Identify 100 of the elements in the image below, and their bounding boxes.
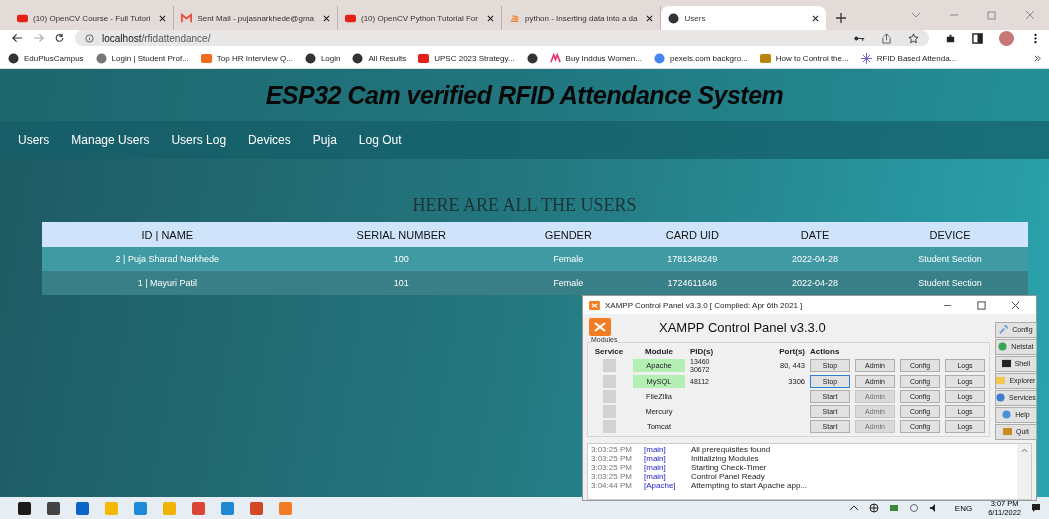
panel-title: XAMPP Control Panel v3.3.0	[659, 319, 826, 335]
table-cell: Female	[510, 271, 627, 295]
xampp-logo-icon	[589, 318, 611, 336]
column-header: GENDER	[510, 222, 627, 247]
service-checkbox[interactable]	[602, 390, 616, 404]
log-message: Initializing Modules	[691, 453, 759, 463]
site-icon	[508, 12, 520, 24]
log-message: All prerequisites found	[691, 444, 771, 454]
close-icon[interactable]	[1011, 300, 1020, 310]
log-source: [main]	[644, 453, 667, 463]
chevron-up-icon[interactable]	[848, 503, 859, 513]
language-indicator[interactable]: ENG	[954, 503, 973, 513]
service-checkbox[interactable]	[602, 420, 616, 434]
table-cell: 1 | Mayuri Patil	[42, 271, 293, 295]
close-tab-icon[interactable]	[323, 14, 330, 22]
log-message: Attempting to start Apache app...	[691, 480, 808, 490]
browser-tab[interactable]: Users	[661, 6, 827, 30]
bookmark[interactable]: Login	[304, 52, 341, 64]
xampp-logo-icon	[589, 300, 600, 310]
log-source: [main]	[644, 444, 667, 454]
side-panel-icon[interactable]	[972, 32, 983, 44]
bookmark[interactable]: RFID Based Attenda...	[860, 52, 957, 64]
address-bar[interactable]: localhost/rfidattendance/	[75, 30, 929, 46]
bookmark[interactable]: Login | Student Prof...	[95, 52, 189, 64]
maximize-icon[interactable]	[977, 300, 986, 310]
close-tab-icon[interactable]	[159, 14, 167, 22]
reload-icon[interactable]	[54, 33, 65, 43]
service-checkbox[interactable]	[602, 375, 616, 389]
site-icon	[668, 12, 680, 24]
table-cell: Student Section	[872, 247, 1028, 271]
taskbar-app-icon[interactable]	[18, 501, 31, 515]
taskbar-app-icon[interactable]	[47, 501, 60, 515]
table-cell: 2 | Puja Sharad Narkhede	[42, 247, 293, 271]
notification-icon[interactable]	[1031, 503, 1041, 513]
bookmark-icon	[759, 52, 771, 64]
bookmark-icon	[860, 52, 872, 64]
log-time: 3:03:25 PM	[591, 471, 633, 481]
bookmark-icon	[653, 52, 665, 64]
close-tab-icon[interactable]	[812, 14, 820, 22]
site-icon	[181, 12, 193, 24]
service-checkbox[interactable]	[602, 359, 616, 373]
more-bookmarks-icon[interactable]	[1034, 54, 1041, 62]
log-source: [main]	[644, 462, 667, 472]
info-icon	[85, 33, 94, 43]
bookmark-icon	[549, 52, 561, 64]
bookmark[interactable]: pexels.com backgro...	[653, 52, 748, 64]
nav-link[interactable]: Log Out	[358, 133, 402, 147]
nav-link[interactable]: Users	[18, 133, 50, 147]
bookmark[interactable]: All Results	[352, 52, 407, 64]
bookmark-icon	[352, 52, 364, 64]
share-icon[interactable]	[881, 32, 892, 44]
column-header: Module	[644, 347, 674, 356]
table-cell: Female	[510, 247, 627, 271]
table-cell: 2022-04-28	[757, 271, 873, 295]
nav-link[interactable]: Manage Users	[71, 133, 150, 147]
bookmark[interactable]: Buy Inddus Women...	[549, 52, 642, 64]
bookmark-icon	[418, 52, 430, 64]
bookmark[interactable]: How to Control the...	[759, 52, 849, 64]
service-checkbox[interactable]	[602, 405, 616, 419]
table-cell: 1781348249	[626, 247, 758, 271]
scroll-up-icon[interactable]	[1020, 447, 1028, 453]
column-header: Port(s)	[778, 347, 805, 356]
nav-link[interactable]: Users Log	[171, 133, 227, 147]
profile-avatar[interactable]	[999, 30, 1014, 46]
table-cell: 101	[292, 271, 511, 295]
column-header: DATE	[757, 222, 873, 247]
bookmark[interactable]: EduPlusCampus	[8, 52, 84, 64]
section-heading: HERE ARE ALL THE USERS	[411, 195, 638, 216]
bookmark-icon[interactable]	[526, 52, 538, 64]
globe-icon[interactable]	[868, 503, 879, 513]
column-header: Service	[593, 347, 625, 356]
table-cell: 100	[292, 247, 511, 271]
column-header: PID(s)	[690, 347, 715, 356]
nav-link[interactable]: Puja	[312, 133, 337, 147]
column-header: CARD UID	[626, 222, 758, 247]
close-tab-icon[interactable]	[486, 14, 494, 22]
log-time: 3:04:44 PM	[591, 480, 633, 490]
bookmark[interactable]: Top HR Interview Q...	[200, 52, 293, 64]
bookmark-icon	[8, 52, 19, 64]
star-icon[interactable]	[908, 32, 919, 44]
table-cell: Student Section	[872, 271, 1028, 295]
log-time: 3:03:25 PM	[591, 453, 633, 463]
new-tab-icon[interactable]	[836, 13, 847, 23]
log-message: Control Panel Ready	[691, 471, 765, 481]
close-tab-icon[interactable]	[646, 14, 654, 22]
column-header: DEVICE	[872, 222, 1028, 247]
table-cell: 2022-04-28	[757, 247, 873, 271]
column-header: SERIAL NUMBER	[292, 222, 511, 247]
site-title: ESP32 Cam verified RFID Attendance System	[265, 80, 784, 110]
log-time: 3:03:25 PM	[591, 444, 633, 454]
tab-search-icon[interactable]	[911, 10, 921, 20]
table-cell: 1724611646	[626, 271, 758, 295]
site-icon	[345, 12, 356, 24]
nav-link[interactable]: Devices	[248, 133, 291, 147]
bookmark[interactable]: UPSC 2023 Strategy...	[418, 52, 515, 64]
bookmark-icon	[304, 52, 316, 64]
site-icon	[17, 12, 28, 24]
log-source: [main]	[644, 471, 666, 481]
back-icon[interactable]	[12, 33, 23, 43]
window-title: XAMPP Control Panel v3.3.0 [ Compiled: Apr 6th 2021 ]	[605, 300, 803, 310]
